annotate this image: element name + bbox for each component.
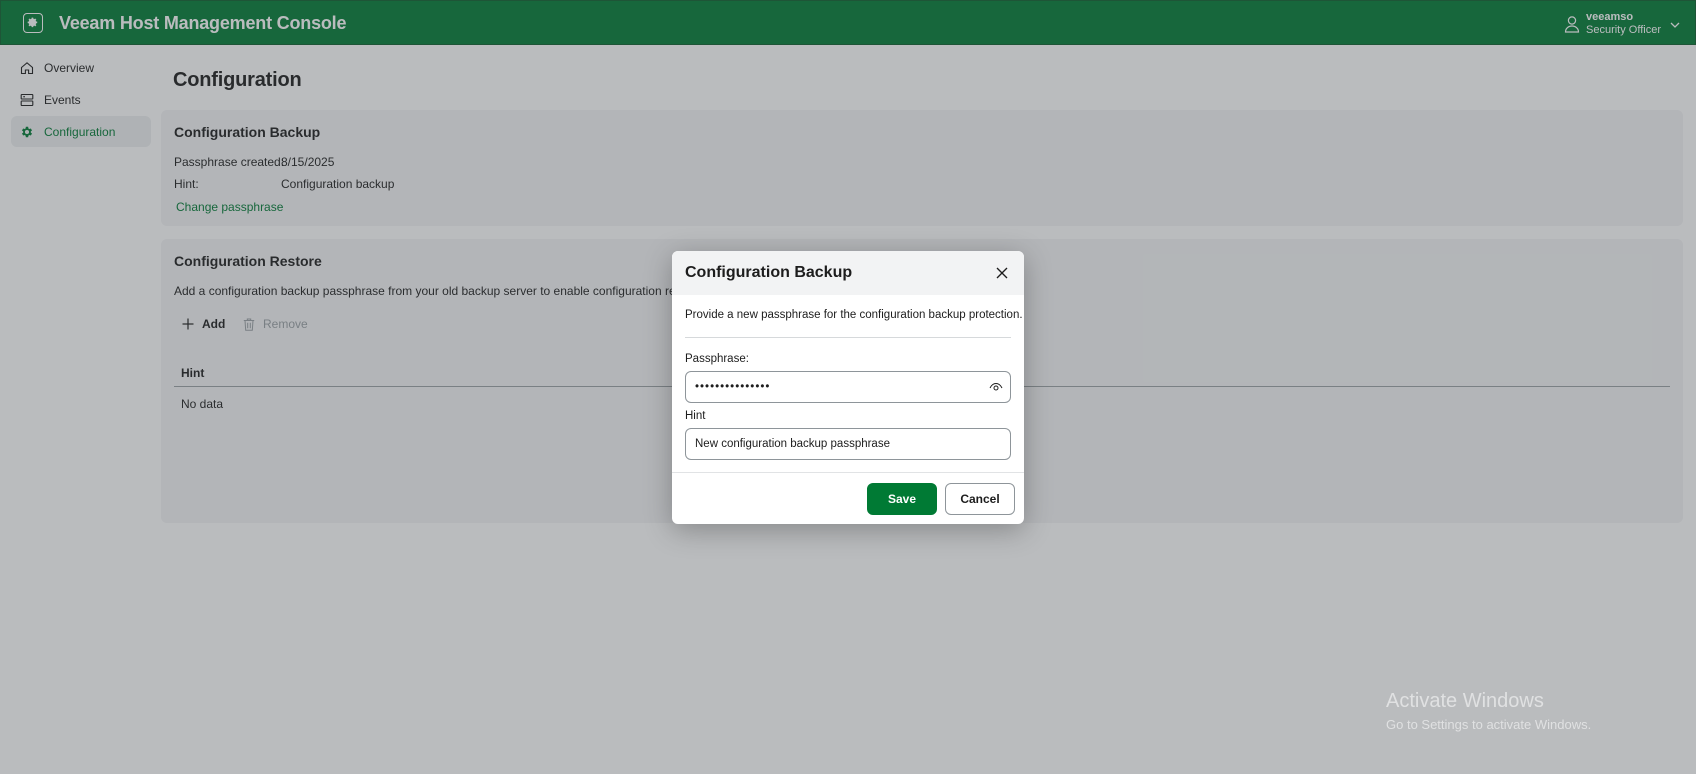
activate-windows-watermark: Activate Windows Go to Settings to activ…	[1386, 690, 1591, 732]
dialog-footer-divider	[672, 472, 1024, 473]
dialog-divider	[685, 337, 1011, 338]
passphrase-input[interactable]	[695, 372, 975, 402]
cancel-button[interactable]: Cancel	[945, 483, 1015, 515]
eye-icon[interactable]	[988, 380, 1004, 394]
watermark-title: Activate Windows	[1386, 690, 1544, 712]
passphrase-field[interactable]	[685, 371, 1011, 403]
watermark-subtitle: Go to Settings to activate Windows.	[1386, 717, 1592, 732]
close-icon[interactable]	[994, 265, 1010, 281]
dialog-title: Configuration Backup	[685, 264, 853, 281]
passphrase-label: Passphrase:	[685, 353, 749, 365]
hint-label: Hint	[685, 410, 706, 422]
hint-field[interactable]	[685, 428, 1011, 460]
dialog-header: Configuration Backup	[672, 251, 1024, 295]
hint-input[interactable]	[695, 429, 975, 459]
configuration-backup-dialog: Configuration Backup Provide a new passp…	[672, 251, 1024, 524]
dialog-description: Provide a new passphrase for the configu…	[685, 309, 1023, 321]
save-button[interactable]: Save	[867, 483, 937, 515]
